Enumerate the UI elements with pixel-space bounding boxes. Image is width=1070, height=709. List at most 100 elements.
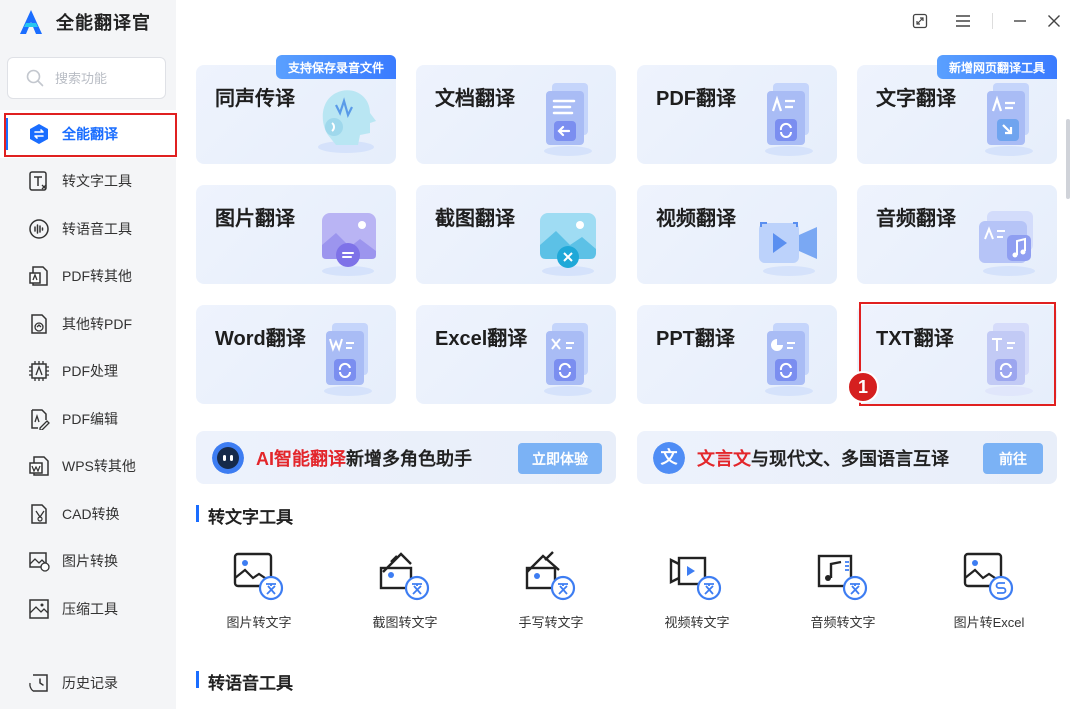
cad-icon [31,504,47,524]
txt-icon [985,323,1033,396]
banner-rest: 新增多角色助手 [346,449,472,469]
tool-label: 截图转文字 [372,615,438,630]
sidebar-item-pdf-edit[interactable]: PDF编辑 [0,395,176,443]
card-audio-translate[interactable]: 音频翻译 [857,185,1057,284]
pdf-process-icon [29,361,49,382]
search-input[interactable] [55,70,155,86]
sidebar-item-pdf-process[interactable]: PDF处理 [0,348,176,396]
sidebar-item-voice-tools[interactable]: 转语音工具 [0,205,176,253]
card-title: PPT翻译 [656,328,735,350]
compress-icon [29,599,49,619]
audio-icon [979,211,1035,276]
tool-screenshot-to-text[interactable]: 截图转文字 [345,550,465,640]
search-icon [26,69,44,87]
sidebar-item-cad[interactable]: CAD转换 [0,490,176,538]
step-badge: 1 [847,371,879,403]
banner-highlight: 文言文 [697,449,751,469]
close-icon [1048,15,1060,27]
swap-icon [30,123,48,144]
tool-label: 图片转文字 [226,615,292,630]
card-text-translate[interactable]: 文字翻译 新增网页翻译工具 [857,55,1057,164]
image-to-excel-icon [963,552,1014,601]
shrink-icon [912,13,928,29]
sidebar-nav: 全能翻译 转文字工具 转语音工具 PDF转其他 其他转PDF PDF处理 PDF… [0,110,176,633]
image-to-text-icon [233,552,284,601]
card-title: 音频翻译 [876,208,956,230]
try-now-button[interactable]: 立即体验 [518,443,602,474]
sidebar: 全能翻译官 全能翻译 [0,0,177,709]
sidebar-item-label: 转语音工具 [62,220,132,237]
sidebar-item-label: CAD转换 [62,505,120,522]
video-icon [759,222,817,276]
card-simultaneous-interpretation[interactable]: 同声传译 支持保存录音文件 [196,55,396,164]
minimize-button[interactable] [1007,8,1033,34]
card-title: 文档翻译 [435,88,515,110]
card-word-translate[interactable]: Word翻译 [196,305,396,404]
history-button[interactable]: 历史记录 [0,659,176,707]
go-button[interactable]: 前往 [983,443,1043,474]
card-title: Excel翻译 [435,328,528,350]
card-image-translate[interactable]: 图片翻译 [196,185,396,284]
minimize-icon [1014,20,1026,22]
sidebar-item-label: 全能翻译 [62,125,118,142]
card-title: PDF翻译 [656,88,736,110]
section-title: 转文字工具 [196,503,293,528]
search-box[interactable] [7,57,166,99]
tool-image-to-text[interactable]: 图片转文字 [199,550,319,640]
card-video-translate[interactable]: 视频翻译 [637,185,837,284]
card-pdf-translate[interactable]: PDF翻译 [637,65,837,164]
sidebar-item-label: 转文字工具 [62,173,132,190]
sidebar-item-text-tools[interactable]: 转文字工具 [0,158,176,206]
sidebar-item-image-convert[interactable]: 图片转换 [0,538,176,586]
sidebar-item-label: PDF编辑 [62,410,118,427]
wps-icon [29,456,49,476]
card-ppt-translate[interactable]: PPT翻译 [637,305,837,404]
audio-to-text-icon [817,554,868,601]
tool-handwriting-to-text[interactable]: 手写转文字 [491,550,611,640]
card-screenshot-translate[interactable]: 截图翻译 [416,185,616,284]
close-button[interactable] [1041,8,1067,34]
banner-rest: 与现代文、多国语言互译 [751,449,949,469]
menu-button[interactable] [950,8,976,34]
card-title: 图片翻译 [215,208,295,230]
card-txt-translate[interactable]: TXT翻译 [857,305,1057,404]
ppt-icon [765,323,813,396]
sidebar-item-label: 压缩工具 [62,600,118,617]
sidebar-item-compress[interactable]: 压缩工具 [0,585,176,633]
sidebar-item-label: 其他转PDF [62,315,132,332]
card-tag: 新增网页翻译工具 [936,55,1057,79]
sidebar-item-other-to-pdf[interactable]: 其他转PDF [0,300,176,348]
screenshot-icon [540,213,596,276]
card-excel-translate[interactable]: Excel翻译 [416,305,616,404]
classical-chinese-banner[interactable]: 文 文言文与现代文、多国语言互译 前往 [637,431,1057,484]
brand: 全能翻译官 [18,8,151,36]
picture-icon [322,213,376,276]
section-title: 转语音工具 [196,669,293,694]
tool-label: 图片转Excel [953,615,1025,630]
compact-mode-button[interactable] [907,8,933,34]
card-document-translate[interactable]: 文档翻译 [416,65,616,164]
app-logo-icon [20,10,42,34]
excel-icon [544,323,592,396]
handwriting-to-text-icon [525,551,576,601]
card-title: 截图翻译 [435,208,515,230]
sidebar-item-all-translate[interactable]: 全能翻译 [0,110,176,158]
banner-text: 文言文与现代文、多国语言互译 [697,445,949,471]
card-tag: 支持保存录音文件 [275,55,396,79]
scrollbar-thumb[interactable] [1066,119,1070,199]
tool-video-to-text[interactable]: 视频转文字 [637,550,757,640]
card-title: 视频翻译 [656,208,736,230]
tool-image-to-excel[interactable]: 图片转Excel [929,550,1049,640]
menu-icon [956,15,970,27]
sidebar-item-wps-to-other[interactable]: WPS转其他 [0,443,176,491]
title-bar [176,0,1070,44]
text-doc-icon [985,83,1033,156]
card-title: 同声传译 [215,88,295,110]
ai-translate-banner[interactable]: AI智能翻译新增多角色助手 立即体验 [196,431,616,484]
sidebar-item-label: WPS转其他 [62,458,136,475]
main-content: 同声传译 支持保存录音文件 文档翻译 PDF翻译 文字翻译 新增网页翻译工具 图… [176,44,1070,709]
voice-icon [29,219,49,239]
tool-audio-to-text[interactable]: 音频转文字 [783,550,903,640]
sidebar-item-pdf-to-other[interactable]: PDF转其他 [0,253,176,301]
pdf-export-icon [29,266,48,286]
